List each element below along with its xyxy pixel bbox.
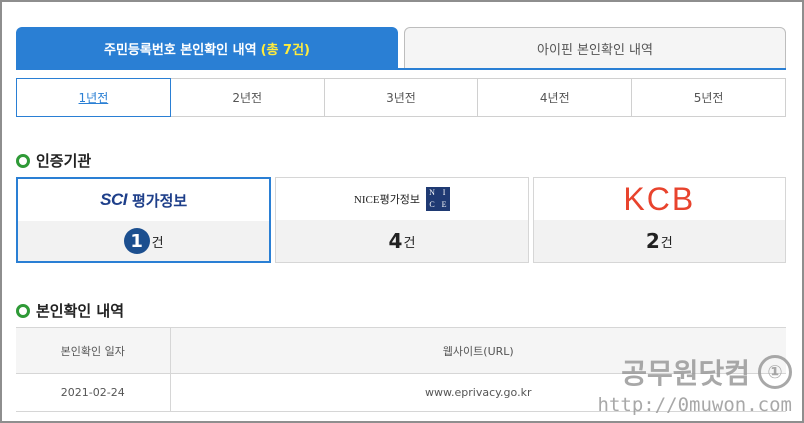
agency-card-sci[interactable]: SCI 평가정보 1 건 <box>16 177 272 263</box>
nice-count-number: 4 <box>388 229 403 253</box>
bullet-icon <box>16 153 30 168</box>
watermark-url: http://0muwon.com <box>597 394 792 416</box>
kcb-logo: KCB <box>533 178 785 220</box>
kcb-count-number: 2 <box>645 229 660 253</box>
watermark-logo-icon: ① <box>758 355 792 389</box>
agency-card-nice[interactable]: NICE평가정보 N I C E 4 건 <box>275 177 529 263</box>
sci-count: 1 건 <box>18 221 270 261</box>
kcb-count-unit: 건 <box>660 235 673 251</box>
year-tab-4[interactable]: 4년전 <box>478 79 633 116</box>
cell-date: 2021-02-24 <box>16 373 171 412</box>
year-tab-3[interactable]: 3년전 <box>325 79 479 116</box>
tab-ipin[interactable]: 아이핀 본인확인 내역 <box>404 27 786 69</box>
sci-count-unit: 건 <box>151 235 164 251</box>
kcb-logo-text: KCB <box>623 180 696 217</box>
header-date: 본인확인 일자 <box>16 327 171 374</box>
sci-logo-kr: 평가정보 <box>131 192 188 210</box>
agency-cards: SCI 평가정보 1 건 NICE평가정보 N I C E 4 건 KCB 2 … <box>16 177 786 263</box>
history-section-title: 본인확인 내역 <box>36 302 125 320</box>
watermark-title: 공무원닷컴 <box>621 357 750 390</box>
year-tab-5[interactable]: 5년전 <box>632 79 785 116</box>
agency-section-header: 인증기관 <box>16 150 91 171</box>
nice-count: 4 건 <box>276 220 528 262</box>
tab-underline <box>16 68 786 70</box>
sci-count-number: 1 <box>123 228 150 254</box>
nice-logo-box: N I C E <box>426 187 451 211</box>
sci-logo-text: SCI <box>100 190 127 209</box>
history-section-header: 본인확인 내역 <box>16 300 124 321</box>
kcb-count: 2 건 <box>533 220 785 262</box>
tab-resident-number[interactable]: 주민등록번호 본인확인 내역 (총 7건) <box>16 27 398 69</box>
bullet-icon <box>16 303 30 318</box>
year-tab-2[interactable]: 2년전 <box>171 79 325 116</box>
tab-resident-count: (총 7건) <box>260 42 310 58</box>
nice-logo: NICE평가정보 N I C E <box>276 178 528 220</box>
year-tab-bar: 1년전 2년전 3년전 4년전 5년전 <box>16 78 786 117</box>
watermark: 공무원닷컴 ① http://0muwon.com <box>598 352 792 416</box>
sci-logo: SCI 평가정보 <box>18 179 270 221</box>
nice-logo-text: NICE평가정보 <box>353 194 421 206</box>
agency-section-title: 인증기관 <box>36 152 92 170</box>
year-tab-1[interactable]: 1년전 <box>16 78 171 117</box>
agency-card-kcb[interactable]: KCB 2 건 <box>532 177 786 263</box>
tab-resident-label: 주민등록번호 본인확인 내역 <box>104 42 257 58</box>
tab-ipin-label: 아이핀 본인확인 내역 <box>537 42 653 58</box>
nice-count-unit: 건 <box>403 235 416 251</box>
